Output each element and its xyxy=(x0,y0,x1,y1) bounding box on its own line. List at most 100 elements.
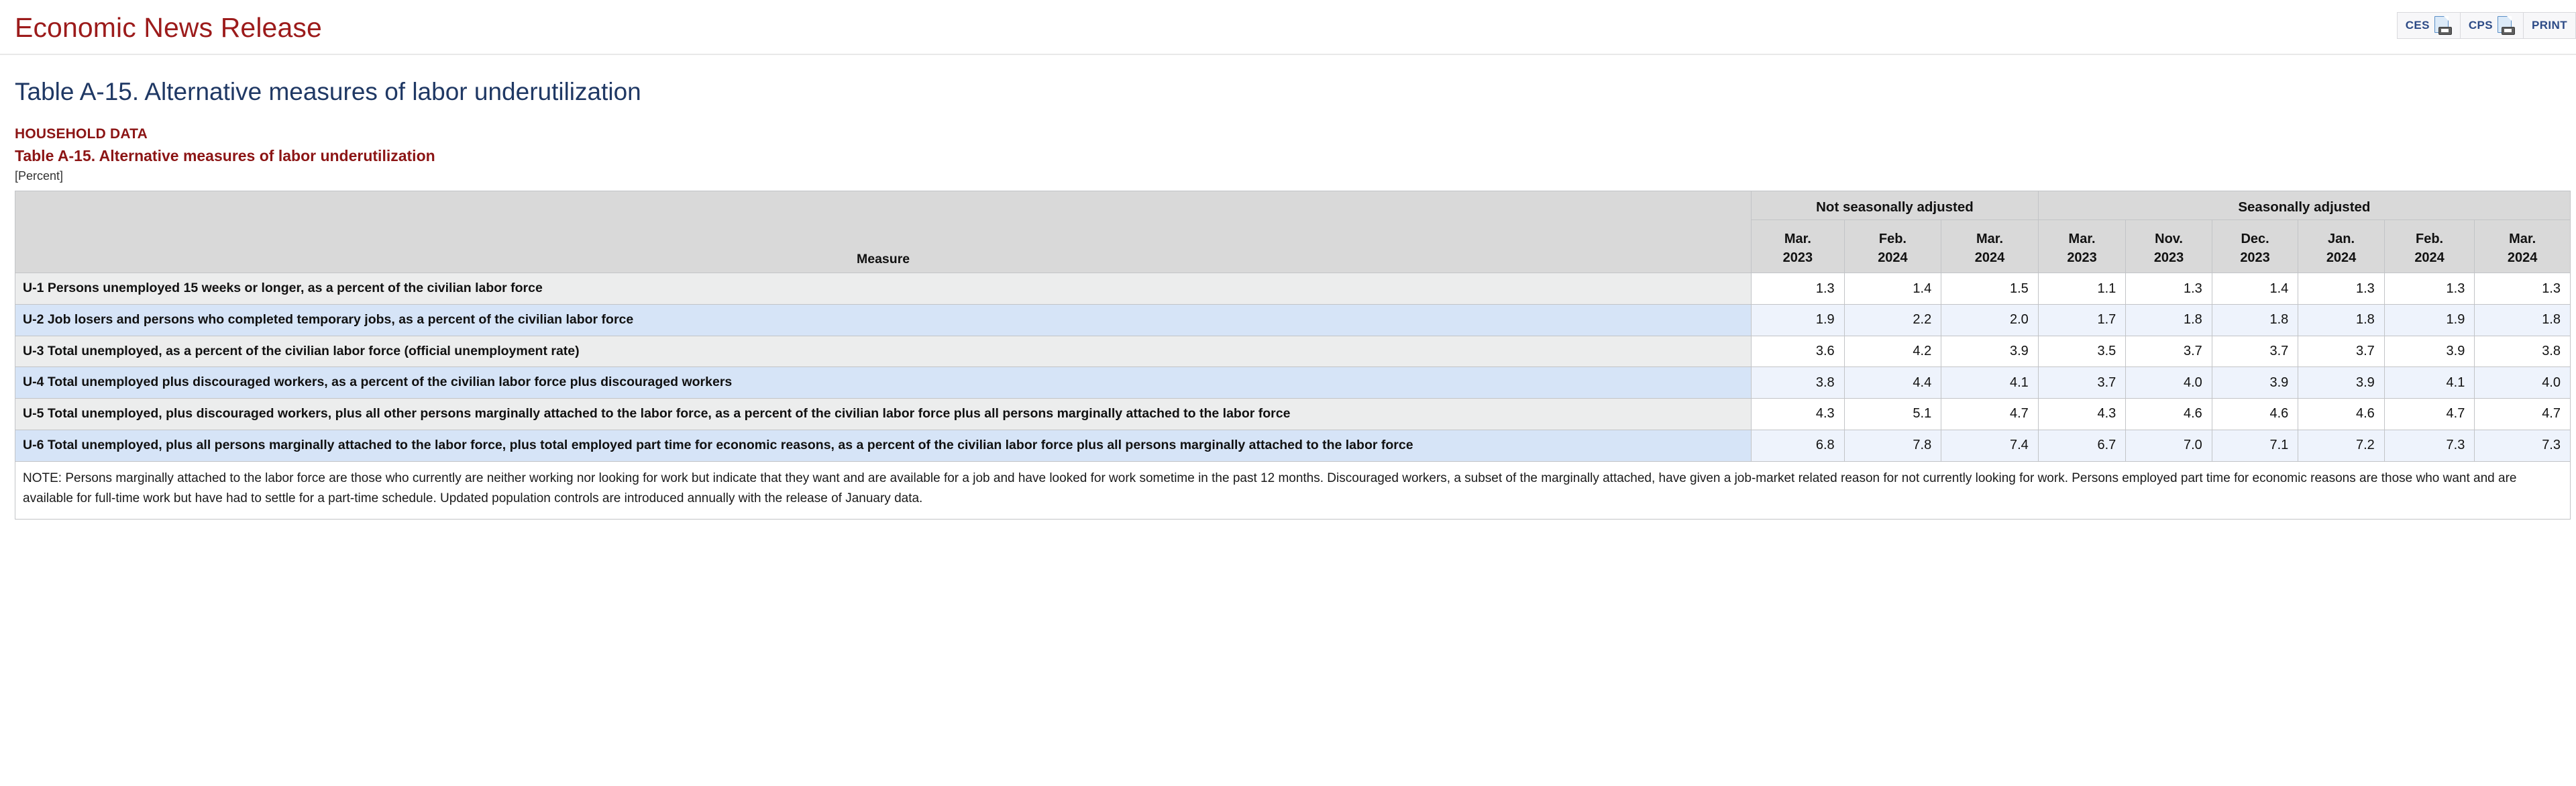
data-cell: 3.7 xyxy=(2125,335,2212,368)
data-cell: 4.0 xyxy=(2474,366,2571,399)
period-header-0: Mar. 2023 xyxy=(1751,219,1845,274)
data-cell: 4.6 xyxy=(2298,398,2385,430)
data-cell: 7.2 xyxy=(2298,429,2385,462)
period-header-4: Nov. 2023 xyxy=(2125,219,2212,274)
table-row: U-3 Total unemployed, as a percent of th… xyxy=(14,335,2571,368)
data-cell: 1.8 xyxy=(2211,304,2299,336)
site-title: Economic News Release xyxy=(15,12,322,43)
data-cell: 7.0 xyxy=(2125,429,2212,462)
data-cell: 4.7 xyxy=(1941,398,2039,430)
measure-label: U-6 Total unemployed, plus all persons m… xyxy=(14,429,1752,462)
data-cell: 3.9 xyxy=(2383,335,2475,368)
period-year: 2024 xyxy=(2326,250,2357,265)
measure-label: U-2 Job losers and persons who completed… xyxy=(14,304,1752,336)
household-data-label: HOUSEHOLD DATA xyxy=(15,126,148,142)
period-month: Feb. xyxy=(1878,231,1907,246)
ces-button-label: CES xyxy=(2405,19,2430,32)
group-header-row: Measure Not seasonally adjusted Seasonal… xyxy=(14,191,2571,274)
period-year: 2024 xyxy=(2507,250,2538,265)
data-cell: 6.8 xyxy=(1751,429,1845,462)
data-cell: 4.6 xyxy=(2125,398,2212,430)
period-header-5: Dec. 2023 xyxy=(2211,219,2299,274)
data-cell: 4.2 xyxy=(1843,335,1942,368)
measure-label: U-3 Total unemployed, as a percent of th… xyxy=(14,335,1752,368)
print-button[interactable]: PRINT xyxy=(2523,12,2576,39)
data-cell: 4.1 xyxy=(1941,366,2039,399)
data-cell: 4.7 xyxy=(2383,398,2475,430)
period-year: 2023 xyxy=(2240,250,2270,265)
page-title: Table A-15. Alternative measures of labo… xyxy=(15,78,641,105)
units-label: [Percent] xyxy=(15,169,64,183)
period-year: 2024 xyxy=(1974,250,2005,265)
period-month: Dec. xyxy=(2241,231,2269,246)
table-container: Measure Not seasonally adjusted Seasonal… xyxy=(0,185,2576,520)
period-month: Mar. xyxy=(2068,231,2096,246)
header-tool-buttons: CES CPS PRINT xyxy=(2396,12,2576,39)
data-cell: 3.9 xyxy=(2298,366,2385,399)
data-cell: 5.1 xyxy=(1843,398,1942,430)
table-subtitle: Table A-15. Alternative measures of labo… xyxy=(15,147,435,165)
table-body: U-1 Persons unemployed 15 weeks or longe… xyxy=(14,273,2571,462)
data-cell: 3.8 xyxy=(2474,335,2571,368)
data-cell: 1.9 xyxy=(1751,304,1845,336)
period-header-8: Mar. 2024 xyxy=(2474,219,2571,274)
data-cell: 1.3 xyxy=(2125,273,2212,305)
data-cell: 1.8 xyxy=(2125,304,2212,336)
table-note: NOTE: Persons marginally attached to the… xyxy=(15,460,2571,520)
data-cell: 3.9 xyxy=(2211,366,2299,399)
data-cell: 3.5 xyxy=(2037,335,2127,368)
period-year: 2023 xyxy=(2067,250,2097,265)
data-cell: 7.3 xyxy=(2383,429,2475,462)
period-month: Jan. xyxy=(2328,231,2355,246)
data-cell: 1.1 xyxy=(2037,273,2127,305)
document-print-icon xyxy=(2434,16,2452,35)
data-cell: 4.4 xyxy=(1843,366,1942,399)
data-cell: 1.4 xyxy=(1843,273,1942,305)
data-cell: 1.7 xyxy=(2037,304,2127,336)
period-month: Mar. xyxy=(1976,231,2004,246)
note-row: NOTE: Persons marginally attached to the… xyxy=(15,460,2571,520)
data-cell: 7.3 xyxy=(2474,429,2571,462)
data-cell: 3.6 xyxy=(1751,335,1845,368)
data-cell: 4.1 xyxy=(2383,366,2475,399)
measure-label: U-1 Persons unemployed 15 weeks or longe… xyxy=(14,273,1752,305)
data-cell: 6.7 xyxy=(2037,429,2127,462)
period-header-2: Mar. 2024 xyxy=(1941,219,2039,274)
group-header-not-seasonally-adjusted: Not seasonally adjusted xyxy=(1751,191,2039,221)
data-cell: 1.8 xyxy=(2474,304,2571,336)
table-head: Measure Not seasonally adjusted Seasonal… xyxy=(14,191,2571,274)
period-month: Nov. xyxy=(2155,231,2183,246)
period-header-3: Mar. 2023 xyxy=(2037,219,2127,274)
data-cell: 1.8 xyxy=(2298,304,2385,336)
data-cell: 1.3 xyxy=(2298,273,2385,305)
table-meta: HOUSEHOLD DATA Table A-15. Alternative m… xyxy=(0,106,2576,185)
data-cell: 3.7 xyxy=(2298,335,2385,368)
data-cell: 1.3 xyxy=(2474,273,2571,305)
data-cell: 1.9 xyxy=(2383,304,2475,336)
period-year: 2024 xyxy=(2414,250,2445,265)
period-month: Mar. xyxy=(1784,231,1811,246)
data-cell: 1.3 xyxy=(2383,273,2475,305)
data-cell: 1.5 xyxy=(1941,273,2039,305)
measure-label: U-4 Total unemployed plus discouraged wo… xyxy=(14,366,1752,399)
data-cell: 7.8 xyxy=(1843,429,1942,462)
print-button-label: PRINT xyxy=(2532,19,2567,32)
data-cell: 1.4 xyxy=(2211,273,2299,305)
table-row: U-5 Total unemployed, plus discouraged w… xyxy=(14,398,2571,430)
cps-button[interactable]: CPS xyxy=(2459,12,2523,39)
stub-column-header: Measure xyxy=(14,191,1752,274)
data-cell: 3.7 xyxy=(2211,335,2299,368)
data-cell: 7.1 xyxy=(2211,429,2299,462)
period-header-1: Feb. 2024 xyxy=(1843,219,1942,274)
table-row: U-2 Job losers and persons who completed… xyxy=(14,304,2571,336)
document-print-icon xyxy=(2498,16,2515,35)
period-month: Feb. xyxy=(2416,231,2444,246)
data-cell: 2.2 xyxy=(1843,304,1942,336)
period-header-7: Feb. 2024 xyxy=(2383,219,2475,274)
data-cell: 3.9 xyxy=(1941,335,2039,368)
data-cell: 4.3 xyxy=(2037,398,2127,430)
table-row: U-6 Total unemployed, plus all persons m… xyxy=(14,429,2571,462)
data-cell: 7.4 xyxy=(1941,429,2039,462)
ces-button[interactable]: CES xyxy=(2396,12,2460,39)
table-foot: NOTE: Persons marginally attached to the… xyxy=(15,460,2571,520)
